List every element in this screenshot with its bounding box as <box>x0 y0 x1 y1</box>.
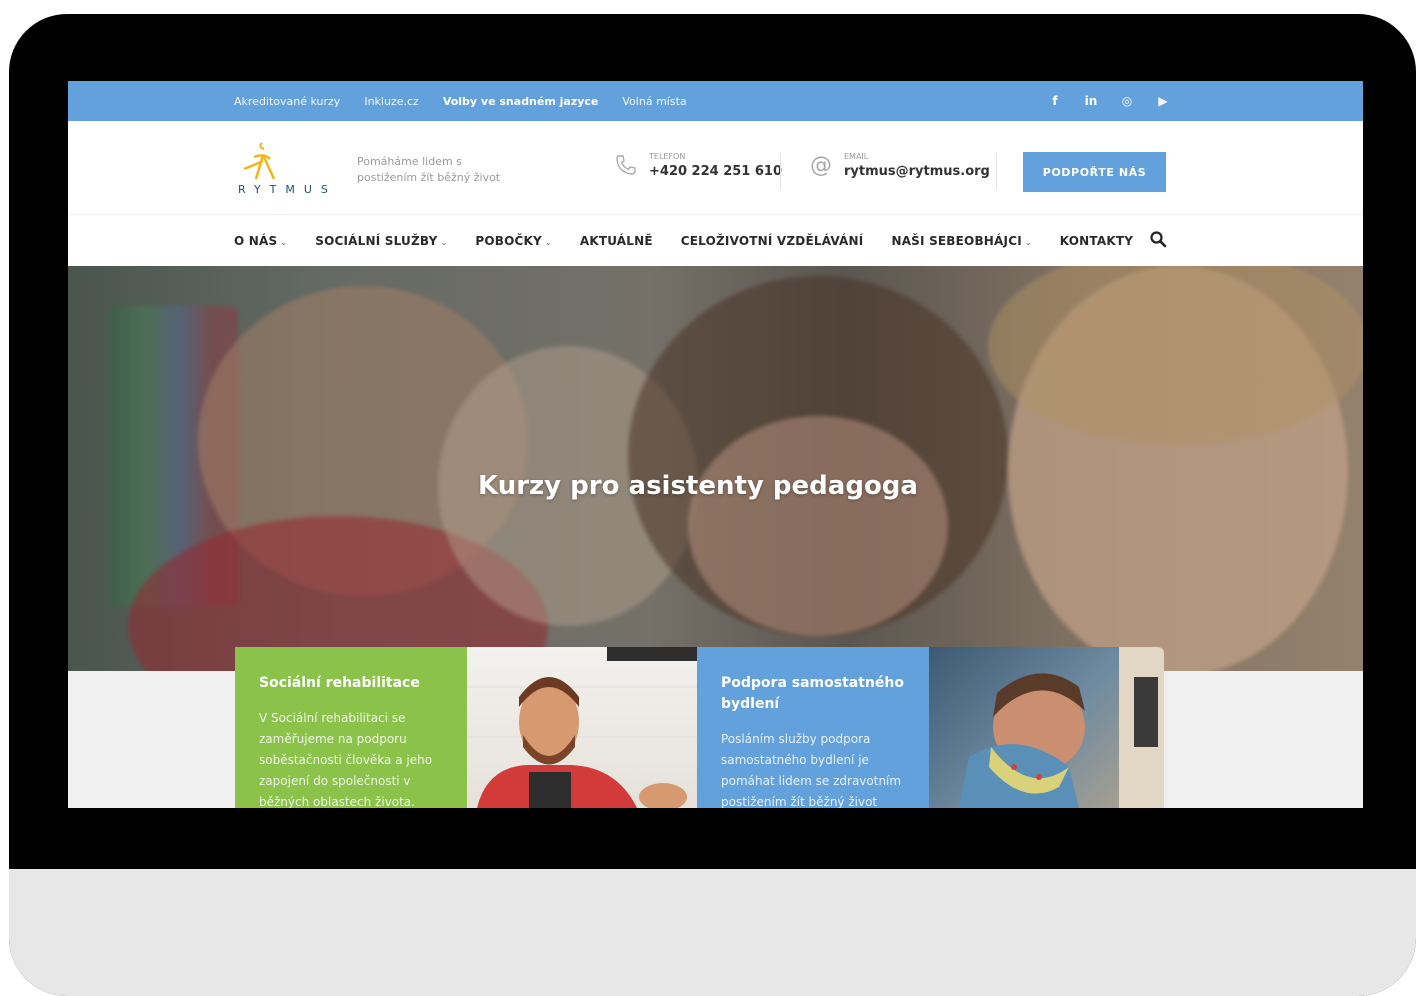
browser-screen: Akreditované kurzy Inkluze.cz Volby ve s… <box>68 81 1363 808</box>
monitor-frame: Akreditované kurzy Inkluze.cz Volby ve s… <box>9 14 1416 996</box>
site-header: RYTMUS Pomáháme lidem s postižením žít b… <box>68 121 1363 215</box>
phone-icon <box>613 153 639 179</box>
nav-label: CELOŽIVOTNÍ VZDĚLÁVÁNÍ <box>680 233 864 248</box>
phone-contact[interactable]: TELEFON +420 224 251 610 <box>613 151 782 181</box>
monitor-chin <box>9 869 1416 996</box>
card-description: Posláním služby podpora samostatného byd… <box>721 732 902 808</box>
card-title[interactable]: Sociální rehabilitace <box>259 673 443 694</box>
email-label: EMAIL <box>844 152 869 161</box>
nav-item-o-nas[interactable]: O NÁS ⌄ <box>234 234 287 248</box>
nav-items: O NÁS ⌄ SOCIÁLNÍ SLUŽBY ⌄ POBOČKY ⌄ AKTUÁLN… <box>234 215 1161 266</box>
hero-banner: Kurzy pro asistenty pedagoga <box>68 266 1363 671</box>
card-photo-smiling-man <box>467 647 698 808</box>
phone-number[interactable]: +420 224 251 610 <box>649 163 782 181</box>
card-text: Podpora samostatného bydlení Posláním sl… <box>697 647 929 808</box>
nav-item-pobocky[interactable]: POBOČKY ⌄ <box>475 234 551 248</box>
nav-item-aktualne[interactable]: AKTUÁLNĚ <box>580 234 653 248</box>
service-card-supported-housing[interactable]: Podpora samostatného bydlení Posláním sl… <box>697 647 1164 808</box>
tagline-line-1: Pomáháme lidem s <box>357 155 462 168</box>
nav-label: POBOČKY <box>475 233 542 248</box>
header-divider <box>996 153 997 189</box>
at-sign-icon: @ <box>810 153 832 178</box>
top-links: Akreditované kurzy Inkluze.cz Volby ve s… <box>234 81 687 121</box>
top-bar: Akreditované kurzy Inkluze.cz Volby ve s… <box>68 81 1363 121</box>
nav-item-nasi-sebeobhajci[interactable]: NAŠI SEBEOBHÁJCI ⌄ <box>891 234 1031 248</box>
tagline: Pomáháme lidem s postižením žít běžný ži… <box>357 154 500 186</box>
top-link-accredited-courses[interactable]: Akreditované kurzy <box>234 95 340 108</box>
linkedin-icon[interactable]: in <box>1084 94 1098 108</box>
youtube-icon[interactable]: ▶ <box>1156 94 1170 108</box>
phone-label: TELEFON <box>649 152 686 161</box>
service-card-social-rehabilitation[interactable]: Sociální rehabilitace V Sociální rehabil… <box>235 647 698 808</box>
hero-overlay <box>68 266 1363 671</box>
nav-item-socialni-sluzby[interactable]: SOCIÁLNÍ SLUŽBY ⌄ <box>315 234 447 248</box>
nav-label: SOCIÁLNÍ SLUŽBY <box>315 233 438 248</box>
nav-label: NAŠI SEBEOBHÁJCI <box>891 233 1022 248</box>
main-nav: O NÁS ⌄ SOCIÁLNÍ SLUŽBY ⌄ POBOČKY ⌄ AKTUÁLN… <box>68 215 1363 266</box>
logo-text: RYTMUS <box>238 183 337 196</box>
top-link-job-openings[interactable]: Volná místa <box>622 95 686 108</box>
support-us-button[interactable]: PODPOŘTE NÁS <box>1023 152 1166 192</box>
email-address[interactable]: rytmus@rytmus.org <box>844 163 990 181</box>
nav-label: KONTAKTY <box>1059 233 1134 248</box>
card-text: Sociální rehabilitace V Sociální rehabil… <box>235 647 467 808</box>
instagram-icon[interactable]: ◎ <box>1120 94 1134 108</box>
social-links: f in ◎ ▶ <box>1048 81 1170 121</box>
card-photo-man-cooking <box>929 647 1164 808</box>
tagline-line-2: postižením žít běžný život <box>357 171 501 184</box>
top-link-inkluze[interactable]: Inkluze.cz <box>364 95 418 108</box>
nav-item-celozivotni-vzdelavani[interactable]: CELOŽIVOTNÍ VZDĚLÁVÁNÍ <box>681 234 864 248</box>
logo-figure-icon <box>243 142 276 180</box>
rytmus-logo[interactable]: RYTMUS <box>234 139 334 201</box>
header-divider <box>780 153 781 189</box>
card-description: V Sociální rehabilitaci se zaměřujeme na… <box>259 711 433 808</box>
facebook-icon[interactable]: f <box>1048 94 1062 108</box>
nav-label: O NÁS <box>234 233 278 248</box>
top-link-easy-language-elections[interactable]: Volby ve snadném jazyce <box>443 95 599 108</box>
nav-label: AKTUÁLNĚ <box>579 233 653 248</box>
chevron-down-icon: ⌄ <box>1024 237 1032 247</box>
chevron-down-icon: ⌄ <box>280 237 288 247</box>
email-contact[interactable]: @ EMAIL rytmus@rytmus.org <box>808 151 990 181</box>
hero-title: Kurzy pro asistenty pedagoga <box>478 471 918 501</box>
chevron-down-icon: ⌄ <box>440 237 448 247</box>
search-icon[interactable] <box>1149 230 1167 248</box>
chevron-down-icon: ⌄ <box>544 237 552 247</box>
nav-item-kontakty[interactable]: KONTAKTY <box>1060 234 1133 248</box>
card-title[interactable]: Podpora samostatného bydlení <box>721 673 905 715</box>
